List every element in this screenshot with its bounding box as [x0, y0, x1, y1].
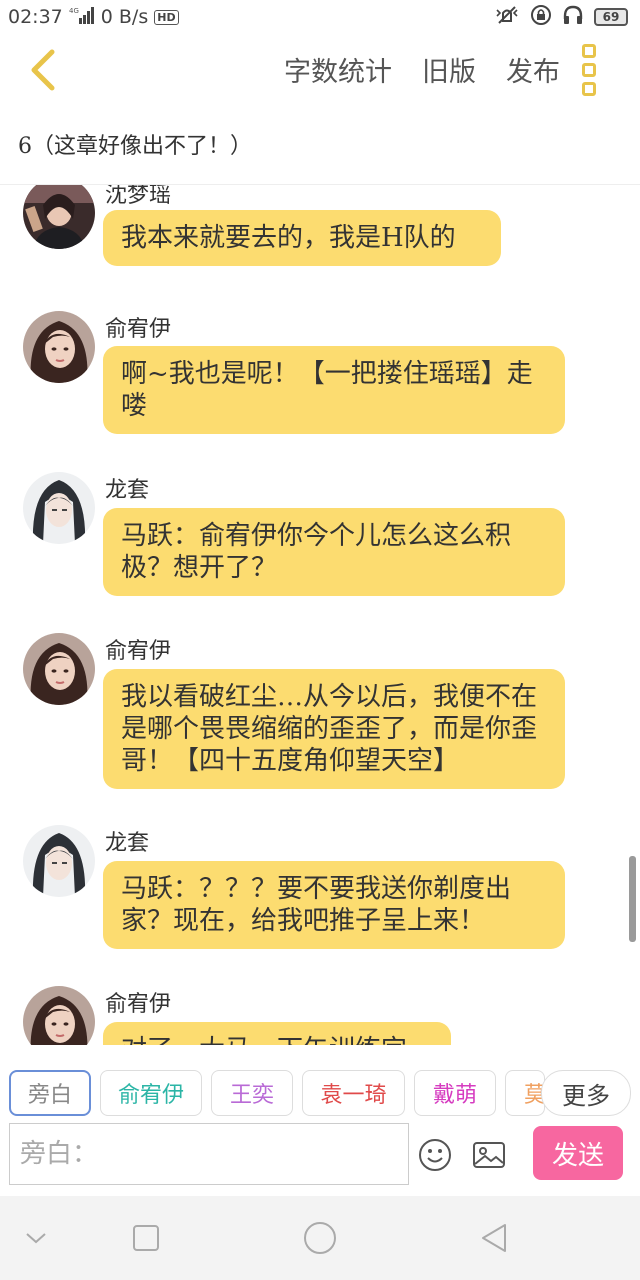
emoji-icon[interactable] — [418, 1138, 452, 1172]
status-bar: 02:37 4G 0 B/s HD 69 — [0, 0, 640, 34]
tab-label: 袁一琦 — [320, 1083, 387, 1108]
character-tab[interactable]: 袁一琦 — [302, 1070, 405, 1116]
more-menu-icon[interactable] — [580, 44, 600, 96]
avatar[interactable] — [23, 633, 95, 705]
avatar[interactable] — [23, 986, 95, 1045]
tab-label: 旁白 — [27, 1083, 72, 1108]
chat-list[interactable]: 沈梦瑶 我本来就要去的，我是H队的 俞宥伊 啊~我也是呢！【一把搂住瑶瑶】走喽 — [0, 185, 640, 1045]
system-nav-bar — [0, 1196, 640, 1280]
battery-indicator: 69 — [594, 8, 628, 26]
home-icon[interactable] — [298, 1216, 342, 1260]
chapter-title[interactable]: 6（这章好像出不了！） — [18, 128, 252, 160]
character-tab[interactable]: 莫 — [505, 1070, 545, 1116]
message-bubble[interactable]: 啊~我也是呢！【一把搂住瑶瑶】走喽 — [103, 346, 565, 434]
svg-text:4G: 4G — [69, 7, 79, 15]
tab-label: 王奕 — [229, 1083, 274, 1108]
status-time: 02:37 — [8, 6, 63, 28]
lock-rotation-icon — [530, 4, 552, 31]
tab-label: 俞宥伊 — [117, 1083, 184, 1108]
character-tab[interactable]: 王奕 — [211, 1070, 293, 1116]
avatar[interactable] — [23, 311, 95, 383]
speaker-name: 沈梦瑶 — [105, 185, 172, 208]
headphones-icon — [562, 5, 584, 30]
character-tab[interactable]: 俞宥伊 — [100, 1070, 202, 1116]
chevron-left-icon — [31, 49, 55, 91]
avatar[interactable] — [23, 185, 95, 249]
word-count-button[interactable]: 字数统计 — [284, 50, 392, 89]
message-input[interactable] — [9, 1123, 409, 1185]
message-bubble[interactable]: 马跃：？？？要不要我送你剃度出家？现在，给我吧推子呈上来！ — [103, 861, 565, 949]
vibrate-mute-icon — [494, 5, 520, 30]
speaker-name: 俞宥伊 — [105, 317, 172, 342]
message-bubble[interactable]: 我本来就要去的，我是H队的 — [103, 210, 501, 266]
image-icon[interactable] — [472, 1138, 506, 1172]
character-tabs: 旁白 俞宥伊 王奕 袁一琦 戴萌 莫 更多 — [0, 1062, 640, 1120]
network-speed: 0 B/s — [100, 6, 149, 28]
chevron-down-icon[interactable] — [14, 1216, 58, 1260]
character-tab[interactable]: 旁白 — [9, 1070, 91, 1116]
speaker-name: 龙套 — [105, 478, 150, 503]
message-bubble[interactable]: 我以看破红尘…从今以后，我便不在是哪个畏畏缩缩的歪歪了，而是你歪哥！【四十五度角… — [103, 669, 565, 789]
recent-apps-icon[interactable] — [124, 1216, 168, 1260]
old-version-button[interactable]: 旧版 — [422, 50, 476, 89]
character-tab[interactable]: 戴萌 — [414, 1070, 496, 1116]
publish-button[interactable]: 发布 — [506, 50, 560, 89]
tab-label: 戴萌 — [432, 1083, 477, 1108]
top-bar: 字数统计 旧版 发布 — [0, 34, 640, 108]
avatar[interactable] — [23, 472, 95, 544]
more-characters-button[interactable]: 更多 — [541, 1070, 631, 1116]
hd-badge: HD — [154, 9, 179, 25]
signal-icon: 4G — [69, 6, 95, 29]
input-row: 发送 — [0, 1120, 640, 1194]
message-bubble[interactable]: 马跃：俞宥伊你今个儿怎么这么积极？想开了？ — [103, 508, 565, 596]
speaker-name: 俞宥伊 — [105, 992, 172, 1017]
speaker-name: 俞宥伊 — [105, 639, 172, 664]
send-button[interactable]: 发送 — [533, 1126, 623, 1180]
speaker-name: 龙套 — [105, 831, 150, 856]
back-nav-icon[interactable] — [472, 1216, 516, 1260]
message-bubble[interactable]: 对了，大马，下午训练完 — [103, 1022, 451, 1045]
scrollbar[interactable] — [629, 856, 636, 942]
avatar[interactable] — [23, 825, 95, 897]
back-button[interactable] — [22, 46, 62, 94]
